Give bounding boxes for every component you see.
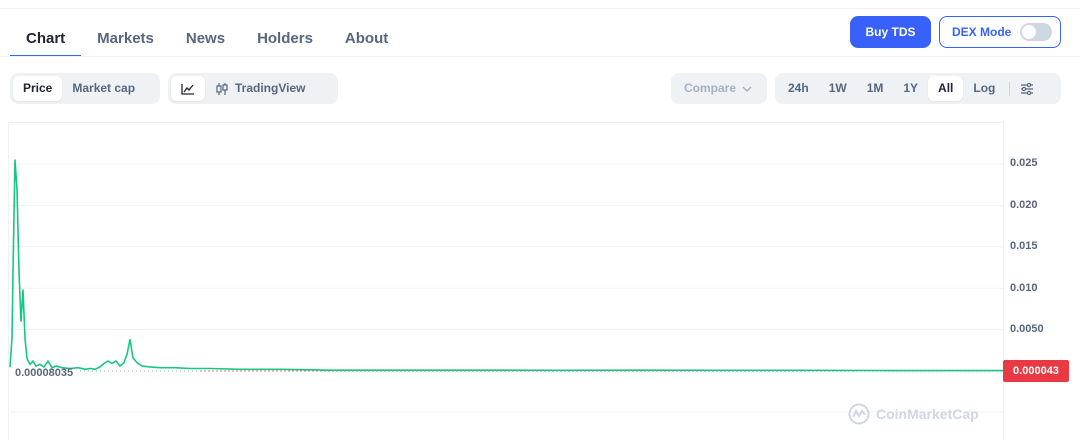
price-point (16, 188, 18, 190)
price-point (129, 338, 131, 341)
price-point (132, 357, 134, 359)
price-point (136, 362, 138, 364)
range-separator (1009, 81, 1011, 96)
price-point (123, 362, 125, 364)
price-point (20, 320, 22, 322)
price-point (559, 369, 561, 371)
price-point (85, 368, 87, 370)
y-tick: 0.020 (1010, 199, 1038, 211)
price-point (18, 271, 20, 273)
price-point (9, 366, 11, 368)
price-chart (9, 159, 1004, 413)
min-price-label: 0.00008035 (15, 367, 74, 379)
y-tick: 0.010 (1010, 282, 1038, 294)
price-point (399, 369, 401, 371)
price-series-line (9, 159, 1003, 372)
price-point (107, 360, 109, 362)
y-tick: 0.025 (1010, 157, 1038, 169)
price-point (239, 368, 241, 370)
price-point (329, 369, 331, 371)
price-point (77, 367, 79, 369)
price-point (209, 367, 211, 370)
price-point (24, 337, 26, 339)
price-point (174, 367, 176, 369)
price-point (126, 353, 128, 355)
price-point (47, 360, 49, 362)
watermark-text: CoinMarketCap (876, 406, 979, 422)
price-point (149, 366, 151, 368)
price-point (159, 367, 161, 369)
settings-button[interactable] (1014, 76, 1040, 101)
price-point (189, 367, 191, 370)
price-point (141, 365, 143, 367)
sliders-icon (1021, 82, 1034, 95)
price-point (26, 358, 28, 360)
price-point (12, 271, 14, 273)
price-point (799, 369, 801, 371)
price-point (103, 362, 105, 365)
price-point (22, 289, 24, 291)
coinmarketcap-logo-icon (848, 403, 870, 425)
y-tick: 0.015 (1010, 240, 1038, 252)
price-point (111, 362, 113, 365)
price-point (639, 369, 641, 371)
price-point (29, 363, 31, 365)
price-point (32, 360, 34, 362)
price-point (99, 366, 101, 368)
price-point (279, 368, 281, 370)
price-point (39, 363, 41, 365)
y-tick: 0.0050 (1010, 323, 1044, 335)
price-point (115, 360, 117, 362)
toggle-switch[interactable] (1020, 23, 1052, 41)
price-point (479, 369, 481, 371)
price-point (94, 368, 96, 370)
price-point (719, 369, 721, 371)
toggle-knob (1022, 25, 1036, 39)
price-point (89, 367, 91, 370)
price-point (14, 159, 16, 161)
current-price-flag: 0.000043 (1003, 360, 1069, 382)
price-point (119, 365, 121, 367)
price-point (11, 337, 13, 339)
price-point (949, 370, 951, 372)
watermark: CoinMarketCap (848, 403, 979, 425)
price-point (879, 369, 881, 372)
